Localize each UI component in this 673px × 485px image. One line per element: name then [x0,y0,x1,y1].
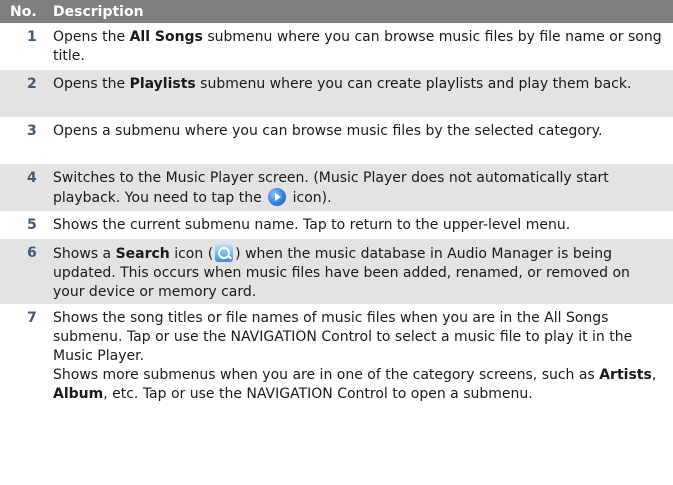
row-description: Opens the Playlists submenu where you ca… [53,75,673,94]
desc-text: Shows more submenus when you are in one … [53,367,600,383]
desc-paragraph: Shows more submenus when you are in one … [53,366,663,404]
table-row: 3 Opens a submenu where you can browse m… [0,117,673,164]
desc-bold-text: Playlists [129,76,196,92]
desc-text: submenu where you can create playlists a… [195,76,632,92]
desc-text: Opens the [53,76,130,92]
table-row: 1 Opens the All Songs submenu where you … [0,23,673,70]
desc-text: Shows a [53,246,116,262]
desc-paragraph: Shows the song titles or file names of m… [53,310,633,364]
desc-text: , [651,367,657,383]
table-row: 7 Shows the song titles or file names of… [0,304,673,454]
play-icon [268,188,287,206]
row-number: 6 [27,245,37,261]
desc-text: icon). [288,190,332,206]
table-row: 6 Shows a Search icon () when the music … [0,239,673,304]
row-number: 4 [27,170,37,186]
desc-bold-text: Artists [599,367,652,383]
desc-text: Opens the [53,29,130,45]
row-description: Switches to the Music Player screen. (Mu… [53,169,673,208]
table-row: 2 Opens the Playlists submenu where you … [0,70,673,117]
row-number: 5 [27,217,37,233]
desc-text: icon ( [169,246,214,262]
row-number: 3 [27,123,37,139]
desc-bold-text: Album [53,386,104,402]
desc-bold-text: All Songs [129,29,203,45]
row-number: 2 [27,76,37,92]
header-description: Description [53,3,144,20]
table-header: No. Description [0,0,673,23]
search-icon [215,244,234,262]
row-description: Opens a submenu where you can browse mus… [53,123,603,139]
row-number: 1 [27,29,37,45]
table-row: 5 Shows the current submenu name. Tap to… [0,211,673,239]
row-description: Shows a Search icon () when the music da… [53,244,673,302]
row-description: Shows the current submenu name. Tap to r… [53,217,571,233]
row-number: 7 [27,310,37,326]
row-description: Opens the All Songs submenu where you ca… [53,28,673,66]
desc-bold-text: Search [115,246,170,262]
desc-text: , etc. Tap or use the NAVIGATION Control… [103,386,533,402]
header-no: No. [10,3,37,20]
row-description: Shows the song titles or file names of m… [53,309,673,404]
table-row: 4 Switches to the Music Player screen. (… [0,164,673,211]
description-table: No. Description 1 Opens the All Songs su… [0,0,673,454]
